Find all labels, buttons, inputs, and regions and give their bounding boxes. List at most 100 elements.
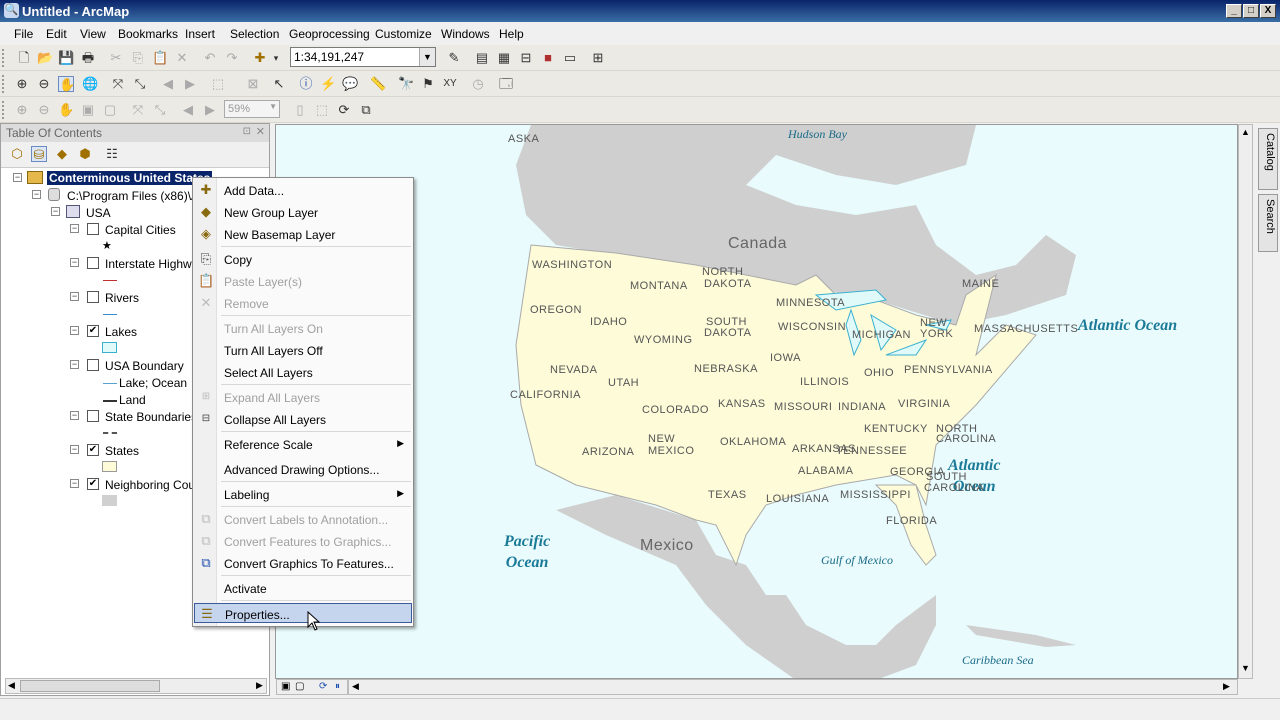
find-icon[interactable]: 🔭 bbox=[398, 76, 414, 92]
zoom-100-icon[interactable]: ▢ bbox=[102, 102, 118, 118]
collapse-icon[interactable]: − bbox=[70, 360, 79, 369]
menu-item-labeling[interactable]: Labeling ▶ bbox=[194, 484, 412, 504]
add-data-icon[interactable]: ✚ bbox=[252, 50, 268, 66]
table-of-contents-icon[interactable]: ▤ bbox=[474, 50, 490, 66]
fixed-zoom-out-icon[interactable]: ⤡ bbox=[132, 76, 148, 92]
menu-item-advanced-drawing-options[interactable]: Advanced Drawing Options... bbox=[194, 459, 412, 479]
list-by-selection-icon[interactable]: ⬢ bbox=[77, 146, 93, 162]
zoom-percent-combobox[interactable]: 59% ▼ bbox=[224, 100, 280, 118]
menu-item-new-group-layer[interactable]: ◆ New Group Layer bbox=[194, 202, 412, 222]
toolbar-grip[interactable] bbox=[2, 101, 6, 119]
collapse-icon[interactable]: − bbox=[70, 479, 79, 488]
menu-item-select-all-layers[interactable]: Select All Layers bbox=[194, 362, 412, 382]
layer-visibility-checkbox[interactable] bbox=[87, 223, 99, 235]
close-button[interactable]: X bbox=[1260, 4, 1276, 18]
layer-name[interactable]: Capital Cities bbox=[105, 223, 176, 237]
list-by-visibility-icon[interactable]: ◆ bbox=[54, 146, 70, 162]
map-display[interactable]: ASKA Hudson Bay Canada Mexico Atlantic O… bbox=[275, 124, 1238, 679]
layout-zoom-out-icon[interactable]: ⊖ bbox=[36, 102, 52, 118]
paste-icon[interactable]: 📋 bbox=[152, 50, 168, 66]
full-extent-icon[interactable]: 🌐 bbox=[82, 76, 98, 92]
minimize-button[interactable]: _ bbox=[1226, 4, 1242, 18]
open-folder-icon[interactable]: 📂 bbox=[37, 50, 53, 66]
map-horizontal-scrollbar[interactable]: ◀ ▶ bbox=[348, 679, 1238, 695]
maximize-button[interactable]: □ bbox=[1243, 4, 1259, 18]
layer-name[interactable]: Neighboring Count bbox=[105, 478, 205, 492]
list-by-drawing-order-icon[interactable]: ⬡ bbox=[9, 146, 25, 162]
menu-selection[interactable]: Selection bbox=[230, 27, 279, 41]
create-viewer-window-icon[interactable]: 🗔 bbox=[498, 76, 514, 92]
chevron-down-icon[interactable]: ▾ bbox=[268, 50, 284, 66]
data-view-icon[interactable]: ▢ bbox=[295, 681, 304, 692]
pause-drawing-icon[interactable]: ⏸ bbox=[335, 681, 340, 692]
data-frame-name[interactable]: Conterminous United States bbox=[47, 171, 213, 185]
arctoolbox-icon[interactable]: ■ bbox=[540, 50, 556, 66]
select-elements-icon[interactable]: ↖ bbox=[271, 76, 287, 92]
find-route-icon[interactable]: ⚑ bbox=[420, 76, 436, 92]
layer-name[interactable]: States bbox=[105, 444, 139, 458]
chevron-down-icon[interactable]: ▼ bbox=[419, 48, 435, 66]
zoom-whole-page-icon[interactable]: ▣ bbox=[80, 102, 96, 118]
layer-visibility-checkbox[interactable] bbox=[87, 359, 99, 371]
options-icon[interactable]: ☷ bbox=[104, 146, 120, 162]
menu-customize[interactable]: Customize bbox=[375, 27, 432, 41]
cut-icon[interactable]: ✂ bbox=[108, 50, 124, 66]
map-vertical-scrollbar[interactable]: ▲ ▼ bbox=[1238, 124, 1253, 679]
collapse-icon[interactable]: − bbox=[70, 326, 79, 335]
new-document-icon[interactable]: 🗋 bbox=[16, 50, 32, 66]
hyperlink-icon[interactable]: ⚡ bbox=[320, 76, 336, 92]
menu-item-turn-all-layers-on[interactable]: Turn All Layers On bbox=[194, 318, 412, 338]
editor-toolbar-icon[interactable]: ✎ bbox=[446, 50, 462, 66]
layout-view-icon[interactable]: ▣ bbox=[281, 681, 290, 692]
menu-item-add-data[interactable]: ✚ Add Data... bbox=[194, 180, 412, 200]
toolbar-grip[interactable] bbox=[2, 49, 6, 67]
back-extent-icon[interactable]: ◀ bbox=[160, 76, 176, 92]
collapse-icon[interactable]: − bbox=[70, 224, 79, 233]
tab-search[interactable]: Search bbox=[1258, 194, 1278, 252]
scroll-down-icon[interactable]: ▼ bbox=[1241, 663, 1250, 673]
layer-visibility-checkbox[interactable]: ✔ bbox=[87, 444, 99, 456]
delete-icon[interactable]: ✕ bbox=[174, 50, 190, 66]
change-layout-icon[interactable]: ⟳ bbox=[336, 102, 352, 118]
layout-pan-icon[interactable]: ✋ bbox=[58, 102, 74, 118]
menu-item-convert-features-to-graphics[interactable]: ⧉ Convert Features to Graphics... bbox=[194, 531, 412, 551]
forward-layout-icon[interactable]: ▶ bbox=[202, 102, 218, 118]
scroll-right-icon[interactable]: ▶ bbox=[1223, 681, 1230, 692]
menu-item-expand-all-layers[interactable]: ⊞ Expand All Layers bbox=[194, 387, 412, 407]
layer-visibility-checkbox[interactable]: ✔ bbox=[87, 478, 99, 490]
menu-view[interactable]: View bbox=[80, 27, 106, 41]
data-driven-pages-icon[interactable]: ⧉ bbox=[358, 102, 374, 118]
group-name[interactable]: USA bbox=[86, 206, 111, 220]
menu-item-collapse-all-layers[interactable]: ⊟ Collapse All Layers bbox=[194, 409, 412, 429]
pin-icon[interactable]: ⊡ bbox=[243, 126, 251, 137]
scroll-left-icon[interactable]: ◀ bbox=[8, 680, 15, 691]
save-icon[interactable]: 💾 bbox=[58, 50, 74, 66]
menu-item-paste-layers[interactable]: 📋 Paste Layer(s) bbox=[194, 271, 412, 291]
menu-bookmarks[interactable]: Bookmarks bbox=[118, 27, 178, 41]
back-layout-icon[interactable]: ◀ bbox=[180, 102, 196, 118]
python-window-icon[interactable]: ▭ bbox=[562, 50, 578, 66]
go-to-xy-icon[interactable]: XY bbox=[442, 76, 458, 92]
clear-selection-icon[interactable]: ⊠ bbox=[245, 76, 261, 92]
collapse-icon[interactable]: − bbox=[70, 292, 79, 301]
menu-item-new-basemap-layer[interactable]: ◈ New Basemap Layer bbox=[194, 224, 412, 244]
zoom-out-icon[interactable]: ⊖ bbox=[36, 76, 52, 92]
menu-item-convert-graphics-to-features[interactable]: ⧉ Convert Graphics To Features... bbox=[194, 553, 412, 573]
measure-icon[interactable]: 📏 bbox=[370, 76, 386, 92]
menu-item-activate[interactable]: Activate bbox=[194, 578, 412, 598]
layer-visibility-checkbox[interactable]: ✔ bbox=[87, 325, 99, 337]
forward-extent-icon[interactable]: ▶ bbox=[182, 76, 198, 92]
modelbuilder-icon[interactable]: ⊞ bbox=[590, 50, 606, 66]
layout-zoom-in-icon[interactable]: ⊕ bbox=[14, 102, 30, 118]
collapse-icon[interactable]: − bbox=[13, 173, 22, 182]
undo-icon[interactable]: ↶ bbox=[202, 50, 218, 66]
copy-icon[interactable]: ⎘ bbox=[130, 50, 146, 66]
collapse-icon[interactable]: − bbox=[70, 258, 79, 267]
time-slider-icon[interactable]: ◷ bbox=[470, 76, 486, 92]
scroll-thumb[interactable] bbox=[20, 680, 160, 692]
close-icon[interactable]: ✕ bbox=[256, 125, 265, 138]
scroll-up-icon[interactable]: ▲ bbox=[1241, 127, 1250, 137]
fixed-zoom-out-layout-icon[interactable]: ⤡ bbox=[152, 102, 168, 118]
pan-icon[interactable]: ✋ bbox=[58, 76, 75, 92]
select-features-icon[interactable]: ⬚ bbox=[210, 76, 226, 92]
